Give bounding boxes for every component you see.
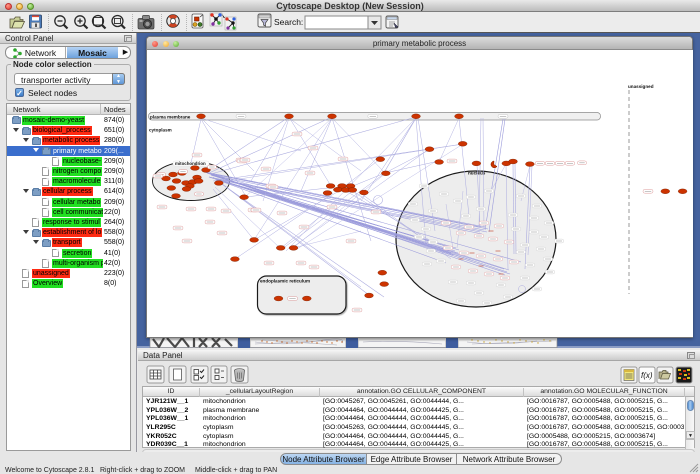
svg-text:endoplasmic reticulum: endoplasmic reticulum (260, 279, 310, 284)
svg-text:unassigned: unassigned (628, 84, 654, 89)
svg-text:nucleus: nucleus (468, 171, 486, 176)
svg-text:f(x): f(x) (641, 371, 653, 380)
svg-text:mitochondrion: mitochondrion (175, 161, 206, 166)
svg-text:cytoplasm: cytoplasm (149, 128, 172, 133)
svg-text:Search:: Search: (274, 17, 303, 27)
svg-text:plasma membrane: plasma membrane (150, 114, 191, 119)
